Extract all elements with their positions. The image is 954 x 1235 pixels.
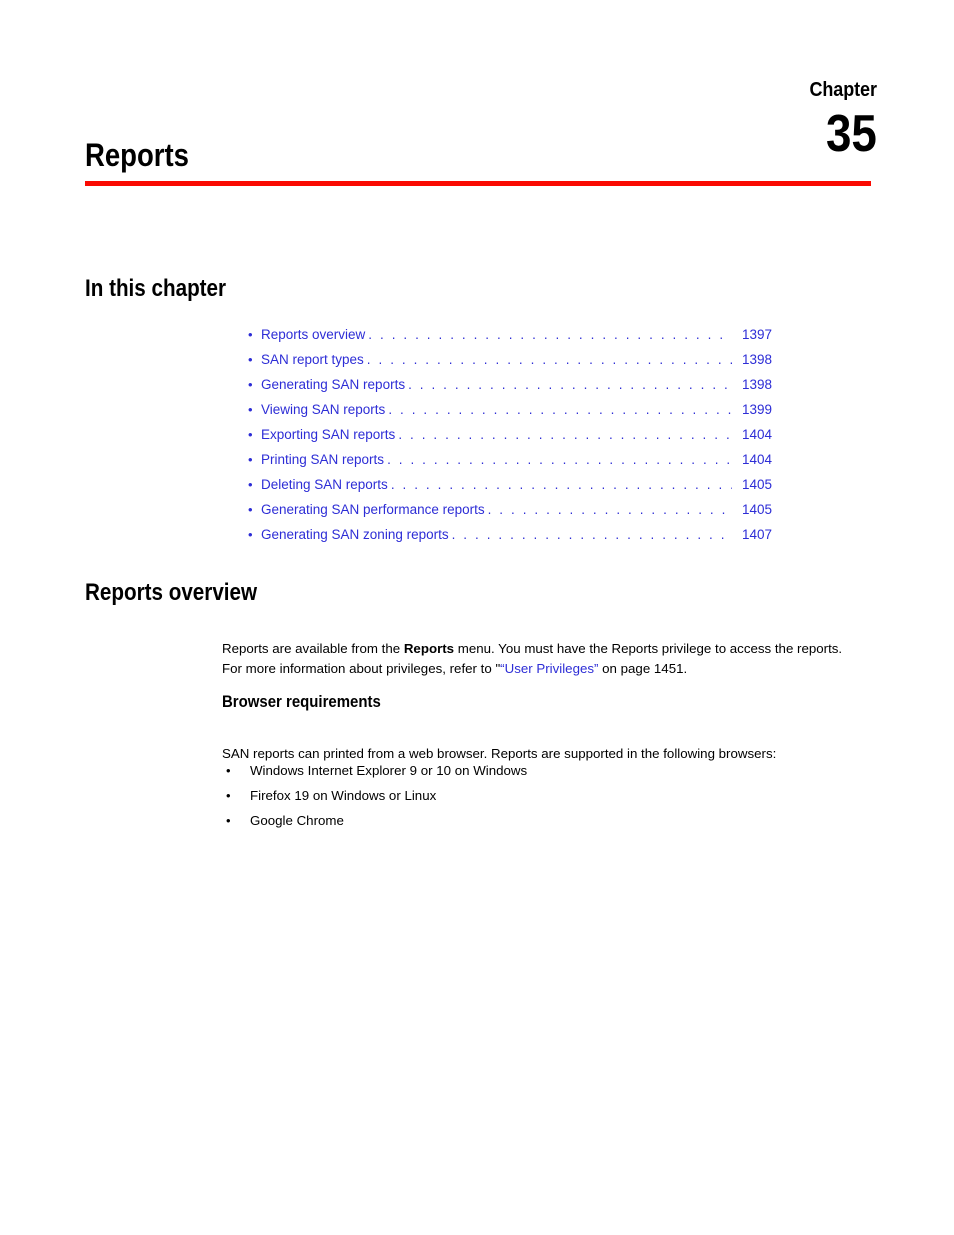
- bullet-icon: •: [248, 502, 253, 517]
- in-this-chapter-heading: In this chapter: [85, 275, 227, 302]
- reports-overview-heading: Reports overview: [85, 579, 258, 606]
- list-item-label: Firefox 19 on Windows or Linux: [250, 788, 437, 803]
- toc-entry-label[interactable]: SAN report types: [261, 347, 364, 372]
- browser-requirements-heading: Browser requirements: [222, 692, 381, 711]
- bullet-icon: •: [248, 477, 253, 492]
- paragraph-text-segment: Reports are available from the: [222, 641, 404, 657]
- toc-entry-label[interactable]: Viewing SAN reports: [261, 397, 385, 422]
- toc-entry-page[interactable]: 1404: [734, 447, 772, 472]
- toc-entry[interactable]: • Deleting SAN reports . . . . . . . . .…: [248, 472, 772, 497]
- toc-leader-dots: . . . . . . . . . . . . . . . . . . . . …: [390, 477, 732, 492]
- toc-entry[interactable]: • Generating SAN performance reports . .…: [248, 497, 772, 522]
- toc-entry[interactable]: • Viewing SAN reports . . . . . . . . . …: [248, 397, 772, 422]
- bullet-icon: •: [226, 813, 231, 828]
- toc-entry[interactable]: • Generating SAN zoning reports . . . . …: [248, 522, 772, 547]
- toc-entry[interactable]: • Exporting SAN reports . . . . . . . . …: [248, 422, 772, 447]
- toc-entry[interactable]: • SAN report types . . . . . . . . . . .…: [248, 347, 772, 372]
- bullet-icon: •: [248, 327, 253, 342]
- toc-entry-label[interactable]: Reports overview: [261, 322, 365, 347]
- reports-overview-paragraph: Reports are available from the Reports m…: [222, 639, 856, 678]
- page-title: Reports: [85, 137, 189, 173]
- reports-menu-emphasis: Reports: [403, 641, 455, 657]
- bullet-icon: •: [226, 788, 231, 803]
- browser-list: • Windows Internet Explorer 9 or 10 on W…: [222, 758, 842, 833]
- toc-leader-dots: . . . . . . . . . . . . . . . . . . . . …: [408, 377, 732, 392]
- bullet-icon: •: [226, 763, 231, 778]
- toc-entry[interactable]: • Reports overview . . . . . . . . . . .…: [248, 322, 772, 347]
- bullet-icon: •: [248, 427, 253, 442]
- toc-leader-dots: . . . . . . . . . . . . . . . . . . . . …: [388, 402, 732, 417]
- chapter-label: Chapter: [809, 79, 877, 101]
- bullet-icon: •: [248, 377, 253, 392]
- toc-entry-page[interactable]: 1399: [734, 397, 772, 422]
- toc-leader-dots: . . . . . . . . . . . . . . . . . . . . …: [487, 502, 732, 517]
- toc-entry-label[interactable]: Generating SAN performance reports: [261, 497, 485, 522]
- user-privileges-link[interactable]: “User Privileges”: [500, 661, 598, 676]
- list-item: • Windows Internet Explorer 9 or 10 on W…: [222, 758, 842, 783]
- toc-leader-dots: . . . . . . . . . . . . . . . . . . . . …: [366, 352, 732, 367]
- toc-entry-page[interactable]: 1398: [734, 372, 772, 397]
- bullet-icon: •: [248, 452, 253, 467]
- toc-entry-label[interactable]: Printing SAN reports: [261, 447, 384, 472]
- table-of-contents: • Reports overview . . . . . . . . . . .…: [248, 322, 772, 547]
- list-item: • Google Chrome: [222, 808, 842, 833]
- toc-entry-label[interactable]: Exporting SAN reports: [261, 422, 395, 447]
- toc-entry-label[interactable]: Generating SAN reports: [261, 372, 405, 397]
- toc-leader-dots: . . . . . . . . . . . . . . . . . . . . …: [398, 427, 732, 442]
- bullet-icon: •: [248, 352, 253, 367]
- toc-entry-page[interactable]: 1405: [734, 472, 772, 497]
- list-item-label: Google Chrome: [250, 813, 344, 828]
- toc-entry[interactable]: • Generating SAN reports . . . . . . . .…: [248, 372, 772, 397]
- paragraph-text-segment: on page 1451.: [598, 660, 688, 676]
- toc-leader-dots: . . . . . . . . . . . . . . . . . . . . …: [368, 327, 732, 342]
- toc-entry-page[interactable]: 1405: [734, 497, 772, 522]
- toc-leader-dots: . . . . . . . . . . . . . . . . . . . . …: [451, 527, 732, 542]
- toc-leader-dots: . . . . . . . . . . . . . . . . . . . . …: [387, 452, 732, 467]
- toc-entry-label[interactable]: Deleting SAN reports: [261, 472, 388, 497]
- document-page: Chapter 35 Reports In this chapter • Rep…: [0, 0, 954, 1235]
- toc-entry-label[interactable]: Generating SAN zoning reports: [261, 522, 449, 547]
- toc-entry[interactable]: • Printing SAN reports . . . . . . . . .…: [248, 447, 772, 472]
- list-item: • Firefox 19 on Windows or Linux: [222, 783, 842, 808]
- toc-entry-page[interactable]: 1404: [734, 422, 772, 447]
- toc-entry-page[interactable]: 1407: [734, 522, 772, 547]
- toc-entry-page[interactable]: 1398: [734, 347, 772, 372]
- header-divider-rule: [85, 181, 871, 186]
- chapter-number: 35: [826, 105, 877, 163]
- list-item-label: Windows Internet Explorer 9 or 10 on Win…: [250, 763, 528, 778]
- toc-entry-page[interactable]: 1397: [734, 322, 772, 347]
- bullet-icon: •: [248, 402, 253, 417]
- bullet-icon: •: [248, 527, 253, 542]
